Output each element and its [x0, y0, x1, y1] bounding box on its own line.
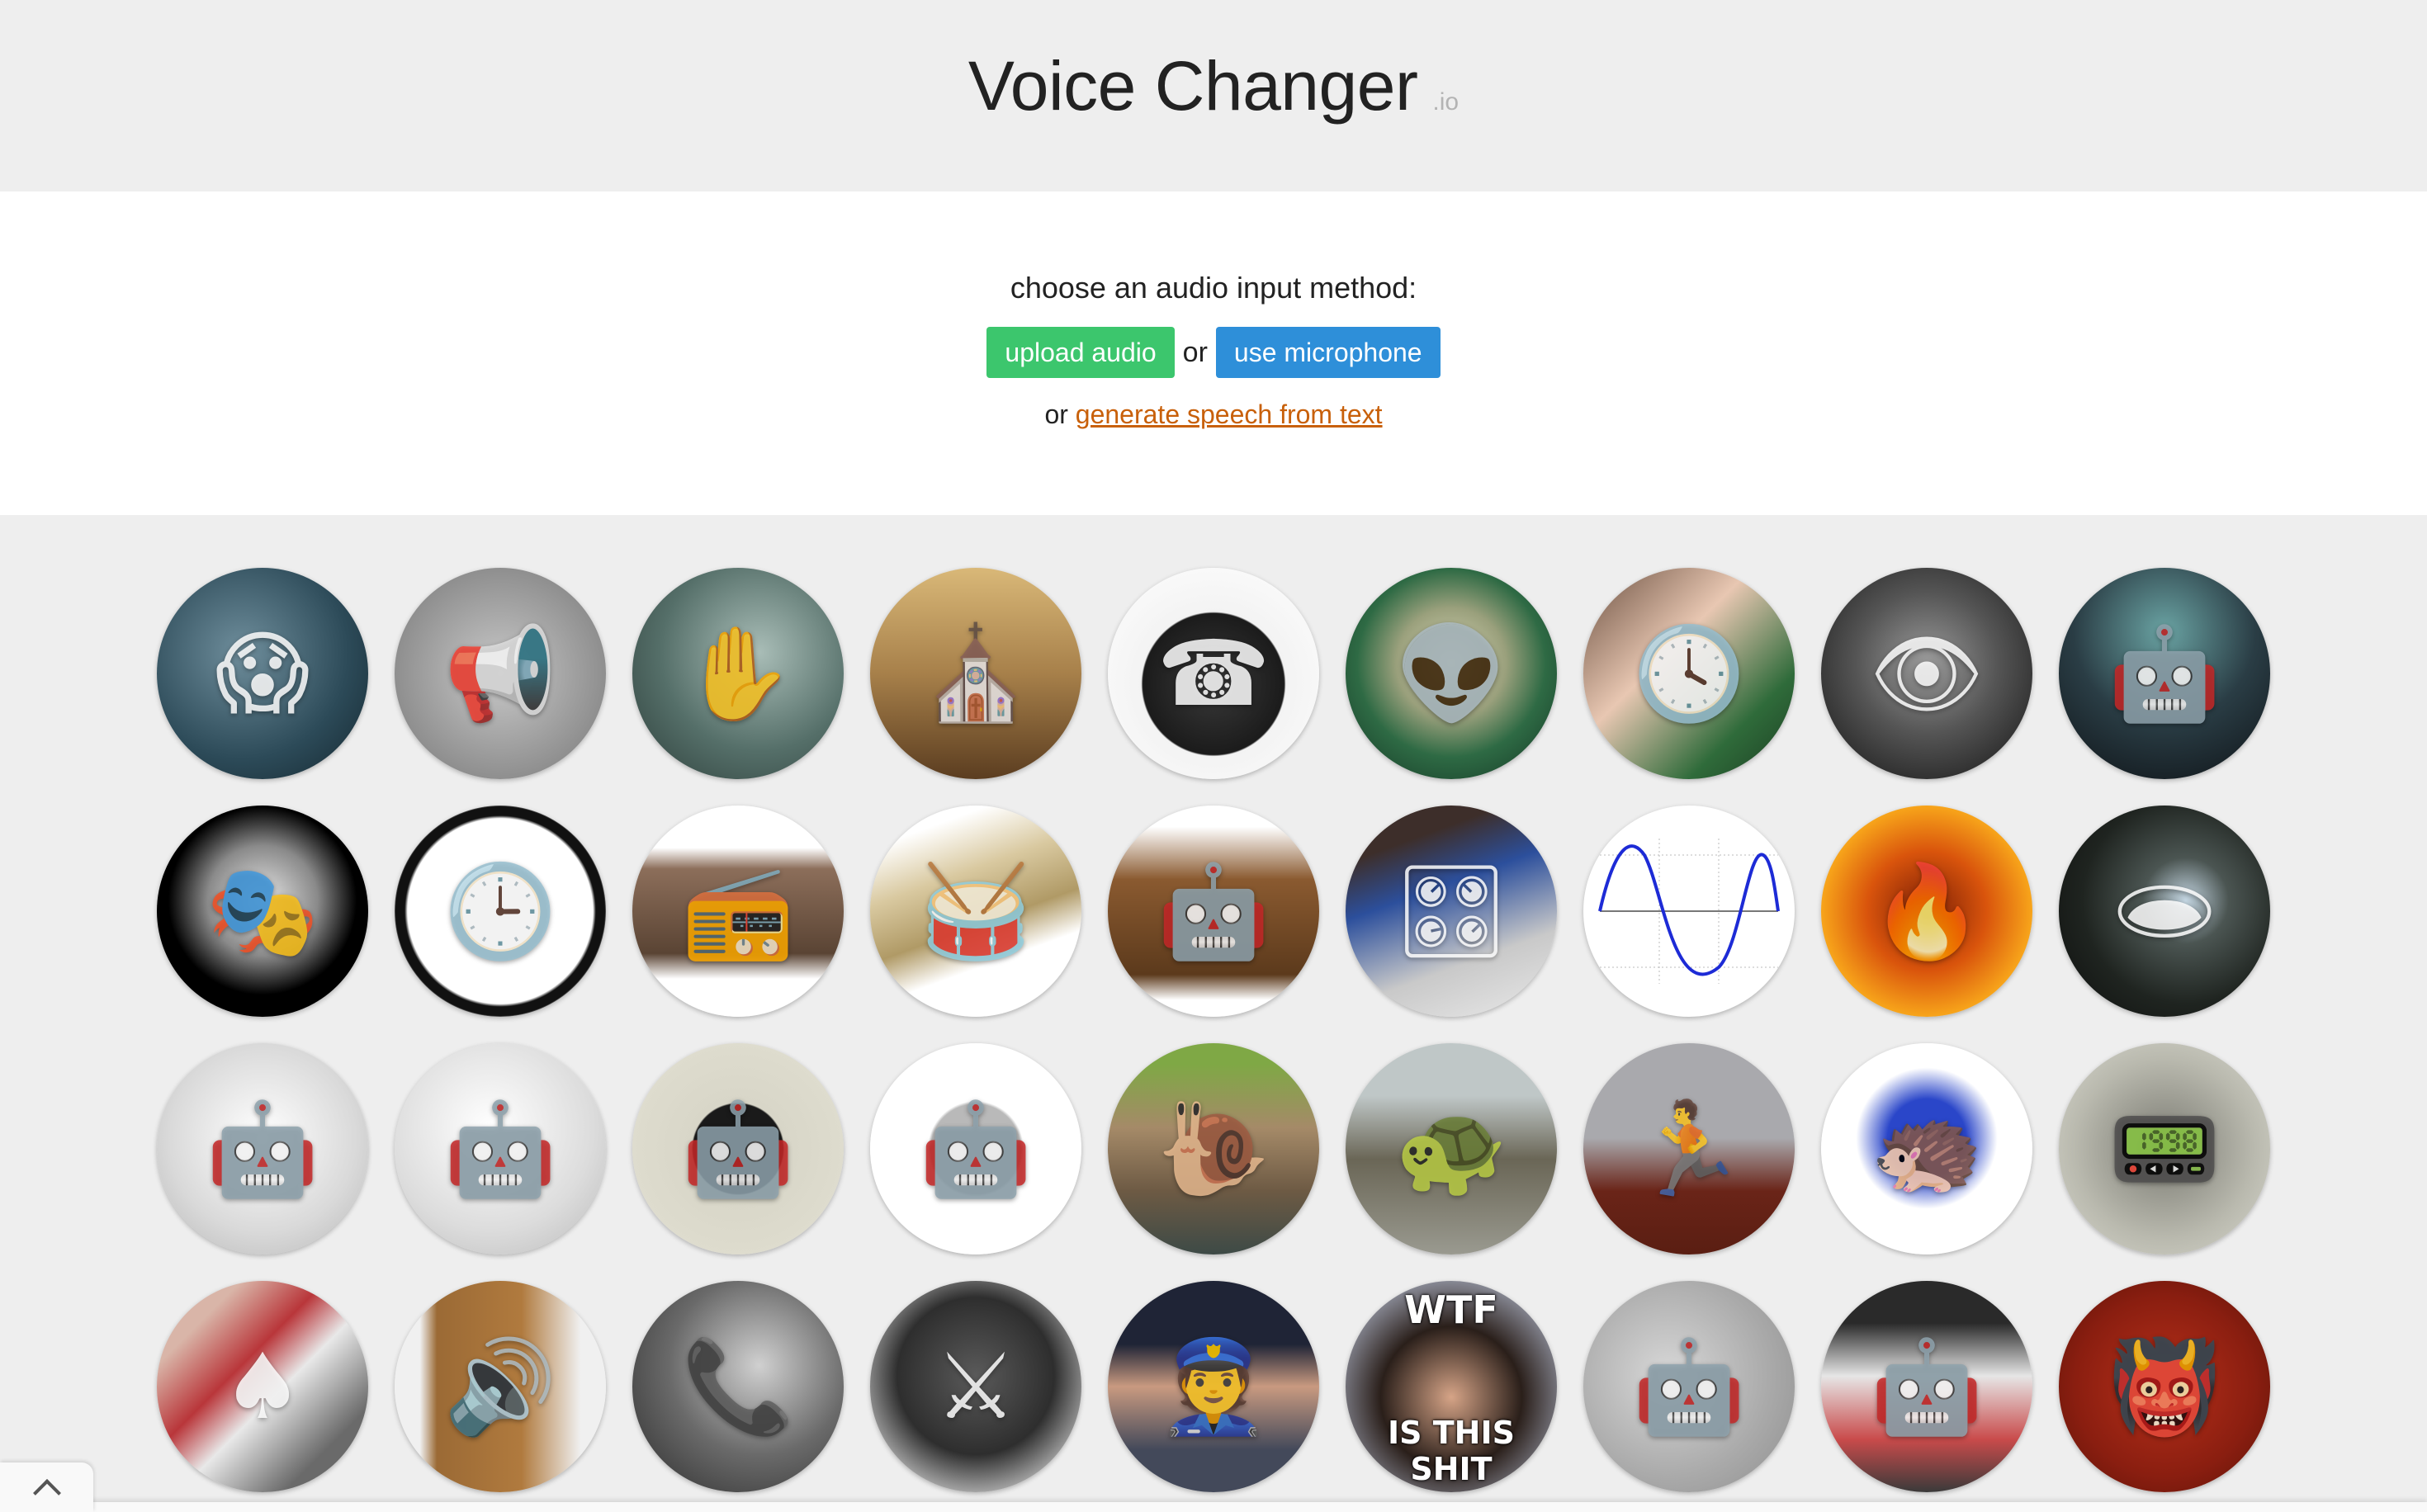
vintage-radio-icon: 📻 — [681, 858, 795, 964]
dark-armor-icon: ⚔ — [934, 1334, 1017, 1439]
voice-option-melting-clock[interactable]: 🕓 — [1583, 568, 1795, 779]
upload-audio-button[interactable]: upload audio — [986, 327, 1175, 378]
voice-option-screaming-monster[interactable]: 😱 — [157, 568, 368, 779]
kirobo-robot-icon: 🤖 — [1870, 1334, 1984, 1439]
screaming-monster-icon: 😱 — [215, 621, 310, 726]
meme-bottom-text: IS THIS SHIT — [1388, 1415, 1515, 1487]
voice-option-vintage-radio[interactable]: 📻 — [632, 806, 844, 1017]
alternate-input-row: or generate speech from text — [0, 399, 2427, 430]
voice-option-russian-officer[interactable]: 👮 — [1108, 1281, 1319, 1492]
rotary-telephone-icon: ☎ — [1157, 621, 1270, 726]
use-microphone-button[interactable]: use microphone — [1215, 327, 1441, 378]
voice-option-cathedral[interactable]: ⛪ — [870, 568, 1081, 779]
tin-toy-robot-icon: 🤖 — [681, 1096, 795, 1202]
voice-option-balrog-fire[interactable]: 🔥 — [1821, 806, 2032, 1017]
voice-option-radio-speaker-cabinet[interactable]: 🔊 — [395, 1281, 606, 1492]
cymbal-icon: 🥁 — [919, 858, 1033, 964]
mutron-pedal-icon: 🎛 — [1393, 858, 1509, 964]
voice-option-soldier-radio[interactable]: 📟 — [2059, 1043, 2270, 1254]
voice-option-dark-alien[interactable]: 👁 — [1821, 568, 2032, 779]
voice-option-sprinter[interactable]: 🏃 — [1583, 1043, 1795, 1254]
ghost-silhouette-icon: ✋ — [681, 621, 795, 726]
voice-option-snail[interactable]: 🐌 — [1108, 1043, 1319, 1254]
megaphone-speakers-icon: 📢 — [443, 621, 557, 726]
voice-option-wtf-meme[interactable]: WTF IS THIS SHIT — [1346, 1281, 1557, 1492]
voice-option-ghost-silhouette[interactable]: ✋ — [632, 568, 844, 779]
voice-option-robot-walker-1[interactable]: 🤖 — [157, 1043, 368, 1254]
title-suffix: .io — [1432, 88, 1460, 116]
soldier-radio-icon: 📟 — [2108, 1096, 2221, 1202]
gir-robot-icon: 🤖 — [1632, 1334, 1746, 1439]
or-separator: or — [1182, 336, 1208, 368]
meme-top-text: WTF — [1404, 1288, 1498, 1332]
early-telephone-man-icon: 📞 — [681, 1334, 795, 1439]
bottom-bar — [0, 1502, 2427, 1512]
reversed-clock-icon: 🕒 — [443, 858, 557, 964]
dark-alien-icon: 👁 — [1869, 621, 1985, 726]
card-shuffle-icon: ♠ — [221, 1334, 304, 1439]
voice-option-tortoise[interactable]: 🐢 — [1346, 1043, 1557, 1254]
sine-wave-icon — [1598, 839, 1780, 984]
lego-robot-icon: 🤖 — [919, 1096, 1033, 1202]
voice-option-tin-toy-robot[interactable]: 🤖 — [632, 1043, 844, 1254]
balrog-fire-icon: 🔥 — [1870, 858, 1984, 964]
alt-or-text: or — [1044, 399, 1068, 429]
red-demon-icon: 👹 — [2108, 1334, 2221, 1439]
voice-option-lego-robot[interactable]: 🤖 — [870, 1043, 1081, 1254]
voice-option-robot-walker-2[interactable]: 🤖 — [395, 1043, 606, 1254]
russian-officer-icon: 👮 — [1157, 1334, 1270, 1439]
voice-option-sonic[interactable]: 🦔 — [1821, 1043, 2032, 1254]
grey-alien-icon: 👽 — [1394, 621, 1508, 726]
voice-option-sine-wave[interactable] — [1583, 806, 1795, 1017]
voice-option-cave[interactable]: 🕳 — [2059, 806, 2270, 1017]
voice-option-grey-alien[interactable]: 👽 — [1346, 568, 1557, 779]
cave-icon: 🕳 — [2107, 858, 2222, 964]
sonic-icon: 🦔 — [1870, 1096, 1984, 1202]
input-method-prompt: choose an audio input method: — [1010, 271, 1417, 305]
voice-option-rotary-telephone[interactable]: ☎ — [1108, 568, 1319, 779]
voice-option-early-telephone-man[interactable]: 📞 — [632, 1281, 844, 1492]
dalek-icon: 🤖 — [1157, 858, 1270, 964]
anonymous-mask-icon: 🎭 — [206, 858, 319, 964]
voice-option-cyborg-bust[interactable]: 🤖 — [2059, 568, 2270, 779]
voice-option-kirobo-robot[interactable]: 🤖 — [1821, 1281, 2032, 1492]
voice-option-mutron-pedal[interactable]: 🎛 — [1346, 806, 1557, 1017]
generate-speech-link[interactable]: generate speech from text — [1076, 399, 1383, 429]
scroll-to-top-button[interactable] — [0, 1462, 93, 1512]
input-buttons-row: upload audio or use microphone — [0, 327, 2427, 378]
voice-option-red-demon[interactable]: 👹 — [2059, 1281, 2270, 1492]
radio-speaker-cabinet-icon: 🔊 — [443, 1334, 557, 1439]
voice-option-megaphone-speakers[interactable]: 📢 — [395, 568, 606, 779]
cyborg-bust-icon: 🤖 — [2108, 621, 2221, 726]
voice-option-reversed-clock[interactable]: 🕒 — [395, 806, 606, 1017]
site-title[interactable]: Voice Changer .io — [0, 46, 2427, 126]
voice-effects-grid: 😱 📢 ✋ ⛪ ☎ 👽 🕓 👁 🤖 🎭 🕒 📻 🥁 🤖 🎛 🔥 🕳 🤖 🤖 🤖 🤖 🐌 🐢 🏃 🦔 📟 ♠ 🔊 📞 ⚔ 👮 WTF IS THI… — [0, 515, 2427, 1502]
voice-option-dalek[interactable]: 🤖 — [1108, 806, 1319, 1017]
voice-option-gir-robot[interactable]: 🤖 — [1583, 1281, 1795, 1492]
voice-option-dark-armor[interactable]: ⚔ — [870, 1281, 1081, 1492]
tortoise-icon: 🐢 — [1394, 1096, 1508, 1202]
robot-walker-2-icon: 🤖 — [443, 1096, 557, 1202]
chevron-up-icon — [32, 1479, 61, 1507]
robot-walker-1-icon: 🤖 — [206, 1096, 319, 1202]
voice-option-cymbal[interactable]: 🥁 — [870, 806, 1081, 1017]
title-text: Voice Changer — [967, 47, 1418, 125]
audio-input-section: choose an audio input method: upload aud… — [0, 191, 2427, 515]
melting-clock-icon: 🕓 — [1632, 621, 1746, 726]
cathedral-icon: ⛪ — [919, 621, 1033, 726]
sprinter-icon: 🏃 — [1632, 1096, 1746, 1202]
voice-option-anonymous-mask[interactable]: 🎭 — [157, 806, 368, 1017]
snail-icon: 🐌 — [1157, 1096, 1270, 1202]
site-header: Voice Changer .io — [0, 0, 2427, 191]
voice-option-card-shuffle[interactable]: ♠ — [157, 1281, 368, 1492]
